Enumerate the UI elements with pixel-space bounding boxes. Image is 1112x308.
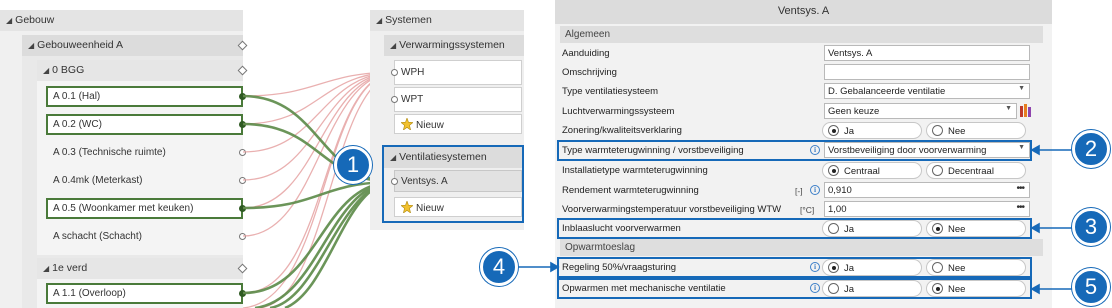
heating-system-label: WPT [401, 94, 424, 105]
voorverw-field[interactable]: 1,00 ••• [824, 201, 1030, 217]
new-ventilation-system-button[interactable]: Nieuw [394, 197, 522, 217]
row-voorverwarming: Voorverwarmingstemperatuur vorstbeveilig… [560, 200, 1043, 219]
systems-header-label: Systemen [385, 14, 432, 26]
luchtverw-select[interactable]: Geen keuze ▼ [824, 103, 1017, 119]
section-general: Algemeen [560, 26, 1043, 43]
row-type-ventilatie: Type ventilatiesysteem D. Gebalanceerde … [560, 82, 1043, 101]
omschrijving-label: Omschrijving [562, 67, 617, 78]
ventilation-system-node[interactable]: Ventsys. A [394, 170, 522, 192]
new-heating-label: Nieuw [416, 120, 444, 131]
installatie-centraal-label: Centraal [844, 166, 880, 177]
radio-unselected[interactable] [932, 165, 943, 176]
voorverw-value: 1,00 [828, 204, 847, 215]
luchtverw-label: Luchtverwarmingssysteem [562, 106, 675, 117]
heating-system-node[interactable]: WPT [394, 87, 522, 112]
zonering-option-nee[interactable]: Nee [926, 122, 1026, 139]
row-zonering: Zonering/kwaliteitsverklaring Ja Nee [560, 121, 1043, 140]
regeling-highlight-frame [557, 257, 1032, 278]
more-dots-icon[interactable]: ••• [1016, 183, 1024, 194]
ventilation-systems-label: Ventilatiesystemen [399, 151, 487, 163]
zonering-option-ja[interactable]: Ja [822, 122, 922, 139]
system-connector-dot[interactable] [391, 178, 398, 185]
luchtverw-value: Geen keuze [828, 106, 880, 117]
row-omschrijving: Omschrijving [560, 63, 1043, 82]
callout-5: 5 [1072, 268, 1110, 306]
collapse-triangle-icon: ◢ [390, 153, 397, 162]
ventilation-system-label: Ventsys. A [401, 176, 448, 187]
type-vent-value: D. Gebalanceerde ventilatie [828, 86, 946, 97]
chevron-down-icon: ▼ [1005, 105, 1012, 112]
row-aanduiding: Aanduiding Ventsys. A [560, 44, 1043, 63]
voorverw-unit: [°C] [800, 205, 815, 215]
more-dots-icon[interactable]: ••• [1016, 202, 1024, 213]
wtw-highlight-frame [557, 140, 1032, 161]
systems-header[interactable]: ◢ Systemen [370, 10, 524, 31]
info-icon[interactable]: i [810, 185, 820, 195]
installatie-label: Installatietype warmteterugwinning [562, 165, 708, 176]
zonering-label: Zonering/kwaliteitsverklaring [562, 125, 682, 136]
aanduiding-field[interactable]: Ventsys. A [824, 45, 1030, 61]
voorverw-label: Voorverwarmingstemperatuur vorstbeveilig… [562, 204, 782, 215]
radio-selected[interactable] [828, 125, 839, 136]
collapse-triangle-icon: ◢ [390, 41, 397, 50]
installatie-option-decentraal[interactable]: Decentraal [926, 162, 1026, 179]
new-star-icon [401, 201, 413, 213]
heating-system-node[interactable]: WPH [394, 60, 522, 85]
zonering-nee-label: Nee [948, 126, 966, 137]
library-books-icon[interactable] [1020, 104, 1031, 118]
heating-systems-header[interactable]: ◢ Verwarmingssystemen [384, 35, 524, 56]
omschrijving-field[interactable] [824, 64, 1030, 80]
system-connector-dot[interactable] [391, 96, 398, 103]
callout-2: 2 [1072, 130, 1110, 168]
zonering-ja-label: Ja [844, 126, 855, 137]
callout-4: 4 [480, 248, 518, 286]
installatie-option-centraal[interactable]: Centraal [822, 162, 922, 179]
row-rendement: Rendement warmteterugwinning [-] i 0,910… [560, 181, 1043, 200]
inblaas-highlight-frame [557, 218, 1032, 239]
rendement-field[interactable]: 0,910 ••• [824, 182, 1030, 198]
new-ventilation-label: Nieuw [416, 203, 444, 214]
row-installatietype: Installatietype warmteterugwinning Centr… [560, 161, 1043, 180]
heating-system-label: WPH [401, 67, 425, 78]
type-vent-label: Type ventilatiesysteem [562, 86, 659, 97]
rendement-unit: [-] [795, 186, 803, 196]
type-vent-select[interactable]: D. Gebalanceerde ventilatie ▼ [824, 83, 1030, 99]
radio-selected[interactable] [828, 165, 839, 176]
callout-1: 1 [334, 146, 372, 184]
new-heating-system-button[interactable]: Nieuw [394, 114, 522, 134]
collapse-triangle-icon: ◢ [376, 16, 383, 25]
heating-systems-label: Verwarmingssystemen [399, 39, 505, 51]
properties-title: Ventsys. A [555, 0, 1052, 24]
callout-4-arrow [516, 261, 560, 273]
row-luchtverwarming: Luchtverwarmingssysteem Geen keuze ▼ [560, 102, 1043, 121]
section-opwarmtoeslag: Opwarmtoeslag [560, 239, 1043, 256]
callout-arrows [1030, 144, 1074, 295]
radio-unselected[interactable] [932, 125, 943, 136]
ventilation-systems-header[interactable]: ◢ Ventilatiesystemen [384, 147, 522, 168]
chevron-down-icon: ▼ [1018, 85, 1025, 92]
new-star-icon [401, 118, 413, 130]
mech-highlight-frame [557, 278, 1032, 299]
rendement-value: 0,910 [828, 185, 852, 196]
callout-3: 3 [1072, 208, 1110, 246]
aanduiding-label: Aanduiding [562, 48, 610, 59]
installatie-decentraal-label: Decentraal [948, 166, 994, 177]
rendement-label: Rendement warmteterugwinning [562, 185, 699, 196]
system-connector-dot[interactable] [391, 69, 398, 76]
